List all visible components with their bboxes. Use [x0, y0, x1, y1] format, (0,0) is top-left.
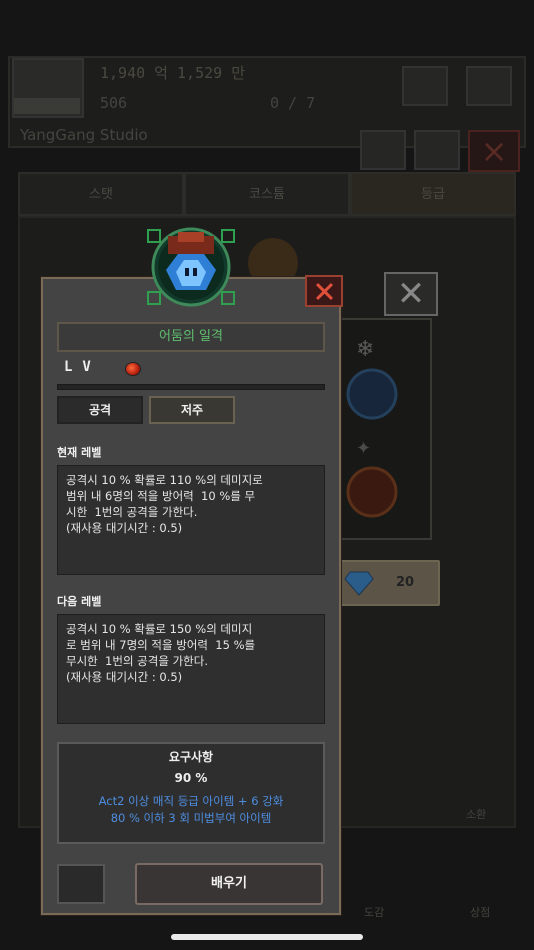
- bg-avatar-badge: [14, 98, 80, 114]
- level-progress-bar: [57, 384, 325, 390]
- svg-text:✦: ✦: [356, 438, 371, 459]
- current-level-description: 공격시 10 % 확률로 110 %의 데미지로 범위 내 6명의 적을 방어력…: [57, 465, 325, 575]
- dark-strike-icon: [147, 227, 235, 307]
- bg-chest-button: [402, 66, 448, 106]
- current-level-label: 현재 레벨: [57, 446, 102, 459]
- bg-tab-stat: 스탯: [18, 172, 184, 216]
- bg-close-button-2: ✕: [384, 272, 438, 316]
- tab-attack[interactable]: 공격: [57, 396, 143, 424]
- bg-codex-label: 도감: [364, 906, 385, 919]
- bg-tab-grade: 등급: [350, 172, 516, 216]
- requirements-text: Act2 이상 매직 등급 아이템 + 6 강화 80 % 이하 3 회 미법부…: [98, 794, 284, 825]
- tab-curse[interactable]: 저주: [149, 396, 235, 424]
- bg-gem-cost-button: [336, 560, 440, 606]
- bg-close-button: ×: [468, 130, 520, 172]
- requirements-title: 요구사항: [168, 750, 214, 764]
- bg-gem-icon: [344, 571, 374, 596]
- bg-gear-button: [466, 66, 512, 106]
- requirements-percent: 90 %: [174, 771, 208, 785]
- level-label: LV: [64, 359, 101, 375]
- bg-count: 0 / 7: [270, 94, 316, 112]
- bg-summon-label: 소환: [466, 808, 487, 821]
- bg-studio-name: YangGang Studio: [20, 126, 148, 144]
- next-level-label: 다음 레벨: [57, 595, 102, 608]
- requirements-box: 요구사항 90 % Act2 이상 매직 등급 아이템 + 6 강화 80 % …: [57, 742, 325, 844]
- bg-tabs: 스탯 코스튬 등급: [18, 172, 516, 216]
- material-slot[interactable]: [57, 864, 105, 904]
- bg-gold-amount: 1,940 억 1,529 만: [100, 64, 246, 82]
- home-indicator[interactable]: [171, 934, 363, 940]
- bg-side-icons: ❄ ✦: [346, 337, 398, 518]
- next-level-description: 공격시 10 % 확률로 150 %의 데미지 로 범위 내 7명의 적을 방어…: [57, 614, 325, 724]
- bg-sword-button: [414, 130, 460, 170]
- bg-shop-label: 상점: [470, 906, 491, 919]
- learn-button[interactable]: 배우기: [135, 863, 323, 905]
- bg-inventory-button: [360, 130, 406, 170]
- bg-tab-costume: 코스튬: [184, 172, 350, 216]
- skill-icon: [144, 226, 238, 308]
- bg-gem-amount: 506: [100, 94, 128, 112]
- skill-name: 어둠의 일격: [57, 322, 325, 352]
- close-button[interactable]: [305, 275, 343, 307]
- bg-gem-cost: 20: [396, 575, 415, 590]
- level-gem-icon: [125, 362, 141, 376]
- bg-side-panel: ❄ ✦: [340, 318, 432, 540]
- svg-text:❄: ❄: [356, 337, 374, 362]
